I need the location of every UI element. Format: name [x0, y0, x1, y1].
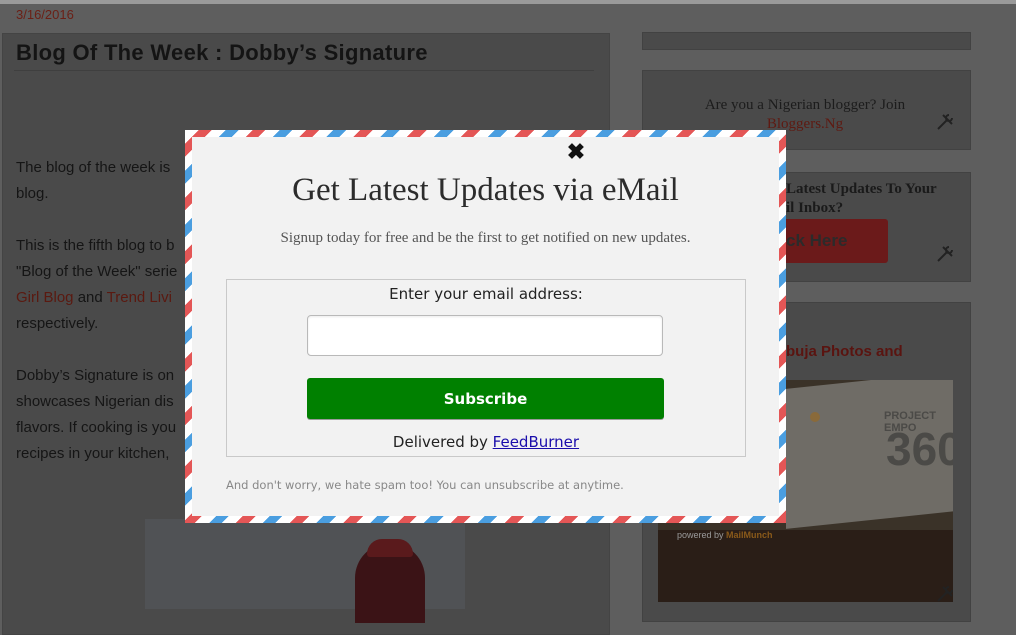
abuja-photos-title[interactable]: buja Photos and — [786, 343, 903, 360]
close-icon[interactable]: ✖ — [566, 141, 586, 163]
feedburner-link[interactable]: FeedBurner — [493, 433, 579, 451]
post-title[interactable]: Blog Of The Week : Dobby’s Signature — [16, 40, 428, 66]
feedburner-form — [226, 279, 746, 457]
post-text: recipes in your kitchen, — [16, 445, 170, 462]
wrench-screwdriver-icon[interactable] — [935, 112, 955, 132]
click-here-button[interactable]: ck Here — [786, 219, 888, 263]
post-text: This is the fifth blog to b — [16, 237, 175, 254]
post-text: showcases Nigerian dis — [16, 393, 174, 410]
browser-top-edge — [0, 0, 1016, 4]
mailmunch-brand: MailMunch — [726, 530, 773, 540]
post-text: Dobby’s Signature is on — [16, 367, 175, 384]
post-image — [145, 519, 465, 623]
modal-title: Get Latest Updates via eMail — [292, 172, 679, 208]
email-field[interactable] — [307, 315, 663, 356]
post-text: blog. — [16, 185, 49, 202]
powered-by-mailmunch[interactable]: powered by MailMunch — [677, 530, 773, 540]
post-text: "Blog of the Week" serie — [16, 263, 178, 280]
room-floor — [658, 530, 953, 602]
girl-blog-link[interactable]: Girl Blog — [16, 289, 74, 306]
join-text: Are you a Nigerian blogger? Join — [704, 97, 906, 113]
ceiling-lamp — [810, 412, 820, 422]
post-text: The blog of the week is — [16, 159, 171, 176]
updates-heading: Latest Updates To Your il Inbox? — [786, 180, 937, 218]
modal-subtitle: Signup today for free and be the first t… — [280, 230, 691, 246]
delivered-prefix: Delivered by — [392, 433, 493, 451]
sidebar-widget-top — [642, 32, 971, 50]
post-text: flavors. If cooking is you — [16, 419, 177, 436]
person-hat — [367, 539, 413, 557]
click-here-label: ck Here — [786, 231, 848, 250]
wrench-screwdriver-icon[interactable] — [935, 244, 955, 264]
subscribe-button[interactable]: Subscribe — [307, 378, 664, 419]
trend-living-link[interactable]: Trend Livi — [107, 289, 172, 306]
updates-line: il Inbox? — [786, 200, 844, 216]
powered-by-text: powered by — [677, 530, 727, 540]
spam-note: And don't worry, we hate spam too! You c… — [226, 478, 624, 492]
title-divider — [14, 70, 594, 71]
delivered-by-text: Delivered by FeedBurner — [226, 433, 746, 451]
join-bloggers-text: Are you a Nigerian blogger? Join Blogger… — [690, 96, 920, 134]
post-text: and — [73, 289, 107, 306]
updates-line: Latest Updates To Your — [786, 181, 937, 197]
post-date: 3/16/2016 — [16, 7, 74, 22]
screen-number: 360 — [886, 423, 953, 475]
wrench-screwdriver-icon[interactable] — [935, 584, 955, 604]
post-text: respectively. — [16, 315, 99, 332]
email-label: Enter your email address: — [389, 285, 583, 303]
